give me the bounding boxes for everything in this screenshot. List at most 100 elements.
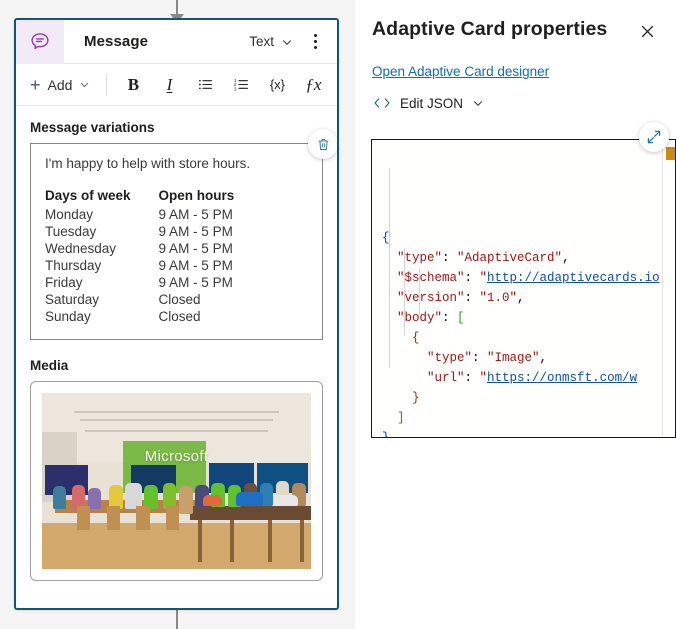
node-body: Message variations I'm happy to help wit… [16, 106, 337, 581]
json-token: [ [457, 311, 465, 325]
plus-icon: + [30, 74, 41, 95]
indent-guide [404, 248, 405, 336]
cell-hours: 9 AM - 5 PM [158, 207, 233, 222]
json-code-line: "version": "1.0", [372, 288, 675, 308]
message-node-card[interactable]: Message Text + Add B I 1 2 3 {x} ƒx Mess… [14, 18, 339, 610]
media-card[interactable]: Microsoft [30, 381, 323, 581]
message-bubble-icon [16, 20, 64, 64]
message-type-value: Text [249, 34, 274, 49]
open-adaptive-card-designer-link[interactable]: Open Adaptive Card designer [372, 64, 676, 79]
json-token: : [472, 351, 488, 365]
json-token: : [442, 311, 458, 325]
table-row: Saturday Closed [45, 291, 234, 308]
json-token: "AdaptiveCard" [457, 251, 563, 265]
table-row: Thursday 9 AM - 5 PM [45, 257, 234, 274]
cell-day: Friday [45, 275, 83, 290]
json-url-link[interactable]: https://onmsft.com/w [487, 371, 637, 385]
svg-text:3: 3 [234, 86, 237, 92]
json-token: : [464, 371, 480, 385]
message-toolbar: + Add B I 1 2 3 {x} ƒx [16, 64, 337, 106]
variable-button[interactable]: {x} [259, 70, 295, 100]
json-token: } [382, 431, 390, 438]
json-code-line: } [372, 428, 675, 438]
json-editor-content[interactable]: {"type": "AdaptiveCard", "$schema": "http… [372, 140, 675, 437]
editor-minimap-divider [662, 140, 663, 437]
code-brackets-icon [374, 98, 390, 108]
indent-guide [419, 268, 420, 316]
chevron-down-icon [473, 101, 483, 106]
numbered-list-icon[interactable]: 1 2 3 [223, 70, 259, 100]
flow-connector-bottom [176, 610, 178, 629]
json-code-line: } [372, 388, 675, 408]
message-type-dropdown[interactable]: Text [243, 30, 299, 53]
json-code-line: { [372, 228, 675, 248]
edit-json-toggle[interactable]: Edit JSON [373, 95, 676, 111]
table-row: Sunday Closed [45, 308, 234, 325]
json-token: : [464, 291, 480, 305]
cell-hours: Closed [158, 292, 201, 307]
expand-diagonal-icon[interactable] [639, 122, 669, 152]
json-token: , [539, 351, 548, 365]
message-variation-item[interactable]: I'm happy to help with store hours. Days… [30, 129, 337, 340]
cell-day: Monday [45, 207, 94, 222]
toolbar-divider [106, 73, 108, 96]
json-token: "$schema" [397, 271, 465, 285]
node-header: Message Text [16, 20, 337, 64]
json-token: "version" [397, 291, 465, 305]
node-header-actions: Text [243, 28, 337, 56]
trash-icon[interactable] [308, 129, 337, 159]
store-hours-table: Days of week Open hours Monday 9 AM - 5 P… [45, 188, 234, 325]
italic-button[interactable]: I [151, 70, 187, 100]
panel-header: Adaptive Card properties [355, 0, 676, 44]
json-token: "type" [427, 351, 473, 365]
cell-day: Saturday [45, 292, 100, 307]
json-token: "Image" [487, 351, 540, 365]
json-code-line: { [372, 328, 675, 348]
bold-button[interactable]: B [115, 70, 151, 100]
cell-day: Tuesday [45, 224, 97, 239]
json-editor[interactable]: {"type": "AdaptiveCard", "$schema": "http… [371, 139, 676, 438]
json-token: } [412, 391, 420, 405]
json-code-line: "url": "https://onmsft.com/w [372, 368, 675, 388]
table-header-days: Days of week [45, 188, 131, 203]
cell-hours: 9 AM - 5 PM [158, 224, 233, 239]
json-token: " [479, 371, 488, 385]
page-title: Message [84, 33, 149, 50]
chevron-down-icon [282, 39, 292, 45]
close-icon[interactable] [634, 18, 660, 44]
cell-hours: 9 AM - 5 PM [158, 241, 233, 256]
cell-hours: 9 AM - 5 PM [158, 258, 233, 273]
add-button[interactable]: + Add [22, 72, 98, 98]
table-row: Friday 9 AM - 5 PM [45, 274, 234, 291]
indent-guide [389, 168, 390, 368]
add-button-label: Add [47, 76, 73, 93]
json-url-link[interactable]: http://adaptivecards.io [487, 271, 660, 285]
bulleted-list-icon[interactable] [187, 70, 223, 100]
cell-day: Thursday [45, 258, 102, 273]
formula-button[interactable]: ƒx [295, 70, 331, 100]
json-code-line: "$schema": "http://adaptivecards.io [372, 268, 675, 288]
chevron-down-icon [81, 82, 89, 88]
table-row: Wednesday 9 AM - 5 PM [45, 240, 234, 257]
store-photo: Microsoft [42, 393, 311, 569]
minimap-marker [666, 147, 675, 160]
more-options-icon[interactable] [301, 28, 329, 56]
json-token: " [479, 271, 488, 285]
json-token: , [562, 251, 570, 265]
cell-hours: 9 AM - 5 PM [158, 275, 233, 290]
panel-title: Adaptive Card properties [372, 18, 608, 40]
variation-intro-text: I'm happy to help with store hours. [45, 156, 251, 171]
json-code-line: "type": "AdaptiveCard", [372, 248, 675, 268]
edit-json-label: Edit JSON [400, 95, 464, 111]
message-variations-label: Message variations [30, 120, 155, 135]
json-token: { [412, 331, 420, 345]
table-header-row: Days of week Open hours [45, 188, 234, 206]
cell-hours: Closed [158, 309, 201, 324]
json-token: "1.0" [479, 291, 518, 305]
table-row: Monday 9 AM - 5 PM [45, 206, 234, 223]
json-token: : [464, 271, 480, 285]
store-sign-text: Microsoft [144, 447, 209, 465]
json-code-line: "type": "Image", [372, 348, 675, 368]
json-token: , [517, 291, 525, 305]
table-row: Tuesday 9 AM - 5 PM [45, 223, 234, 240]
